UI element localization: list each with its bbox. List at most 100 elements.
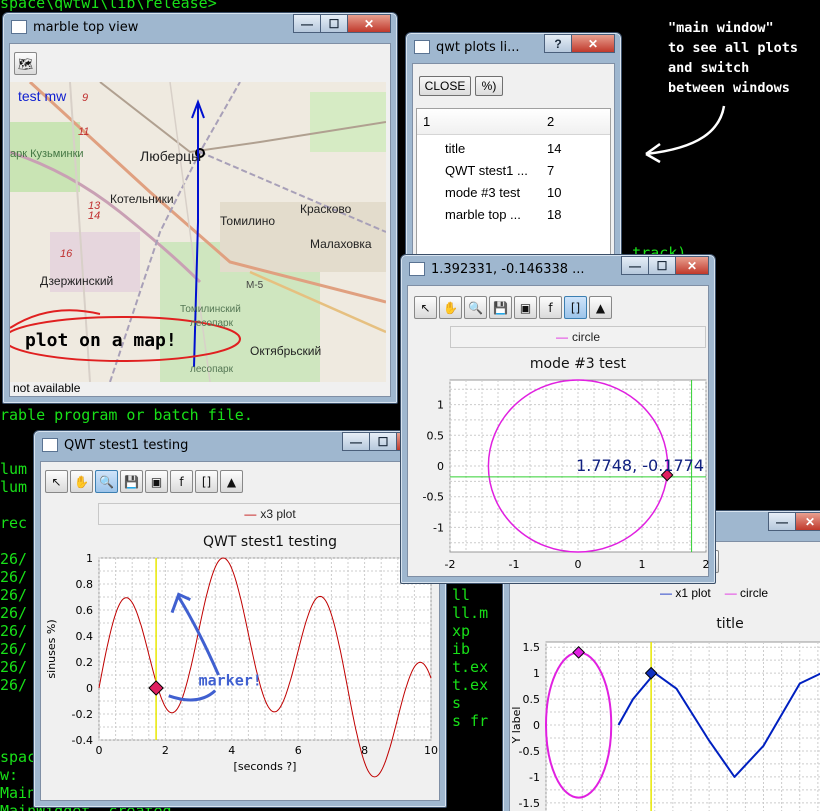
console-line: t.ex: [452, 676, 489, 694]
column-header-1[interactable]: 1: [423, 114, 430, 129]
console-line: 26/: [0, 658, 28, 676]
y-tick-label: 1.5: [523, 641, 541, 654]
console-line: s fr: [452, 712, 489, 730]
item-id: 7: [547, 163, 555, 178]
close-button[interactable]: ✕: [795, 512, 820, 531]
minimize-button[interactable]: —: [293, 14, 321, 33]
zoom-icon[interactable]: 🔍: [464, 296, 487, 319]
title-plot-title: title: [716, 616, 744, 632]
map-tool-icon[interactable]: 🗺: [14, 52, 37, 75]
map-window[interactable]: marble top view — ☐ ✕ 🗺 test mw Люберцы …: [2, 12, 398, 404]
console-line: ll.m: [452, 604, 489, 622]
bracket-button[interactable]: []: [564, 296, 587, 319]
title-plot[interactable]: -1.5 -1 -0.5 0 0.5 1 1.5 Y label: [510, 638, 820, 811]
map-place-label: Малаховка: [310, 237, 372, 251]
y-tick-label: -1.5: [519, 797, 540, 810]
map-place-label: Дзержинский: [40, 274, 114, 288]
list-item[interactable]: marble top ... 18: [417, 207, 610, 229]
close-button[interactable]: ✕: [347, 14, 391, 33]
pan-hand-icon[interactable]: ✋: [70, 470, 93, 493]
list-item[interactable]: QWT stest1 ... 7: [417, 163, 610, 185]
zoom-icon[interactable]: 🔍: [95, 470, 118, 493]
map-note: plot on a map!: [25, 330, 177, 351]
y-axis-label: sinuses %): [45, 619, 58, 678]
circle-plot[interactable]: -2 -1 0 1 2 -1 -0.5 0 0.5 1 1.7748, -0.1774: [408, 376, 710, 576]
main-window-annotation: "main window" to see all plots and switc…: [668, 20, 799, 96]
legend-item-x1[interactable]: — x1 plot: [660, 586, 711, 600]
x-tick-label: 0: [96, 744, 103, 757]
circle-window[interactable]: 1.392331, -0.146338 ... — ☐ ✕ ↖ ✋ 🔍 💾 ▣ …: [400, 254, 716, 584]
minimize-button[interactable]: —: [621, 256, 649, 275]
console-line: lum: [0, 460, 28, 478]
x-tick-label: 4: [228, 744, 235, 757]
save-all-icon[interactable]: ▣: [514, 296, 537, 319]
pointer-icon[interactable]: ↖: [45, 470, 68, 493]
close-button[interactable]: ✕: [675, 256, 709, 275]
function-button[interactable]: f: [539, 296, 562, 319]
circle-legend[interactable]: — circle: [450, 326, 706, 348]
close-all-button[interactable]: CLOSE: [419, 76, 471, 96]
percent-button[interactable]: %): [475, 76, 503, 96]
stest-legend[interactable]: — x3 plot: [98, 503, 442, 525]
list-item[interactable]: mode #3 test 10: [417, 185, 610, 207]
minimize-button[interactable]: —: [768, 512, 796, 531]
y-tick-label: -0.5: [519, 745, 540, 758]
item-name: QWT stest1 ...: [445, 163, 528, 178]
item-name: title: [445, 141, 466, 156]
grid-shape-icon[interactable]: ▲: [589, 296, 612, 319]
maximize-button[interactable]: ☐: [320, 14, 348, 33]
save-icon[interactable]: 💾: [489, 296, 512, 319]
console-line: 26/: [0, 622, 28, 640]
x-tick-label: -1: [509, 558, 520, 571]
marker-readout: 1.7748, -0.1774: [576, 456, 704, 475]
list-item[interactable]: title 14: [417, 141, 610, 163]
legend-item-circle[interactable]: — circle: [725, 586, 768, 600]
x-axis-label: [seconds ?]: [234, 760, 297, 773]
plot-list[interactable]: 1 2 title 14 QWT stest1 ... 7 mode #3 test…: [416, 108, 611, 259]
pointer-icon[interactable]: ↖: [414, 296, 437, 319]
stest-window[interactable]: QWT stest1 testing — ☐ ✕ ↖ ✋ 🔍 💾 ▣ f [] …: [33, 430, 447, 808]
maximize-button[interactable]: ☐: [648, 256, 676, 275]
item-id: 14: [547, 141, 562, 156]
x-tick-label: 6: [295, 744, 302, 757]
grid-shape-icon[interactable]: ▲: [220, 470, 243, 493]
y-tick-label: -1: [529, 771, 540, 784]
list-header: 1 2: [417, 109, 610, 135]
console-line: t.ex: [452, 658, 489, 676]
road-number: 14: [88, 210, 101, 222]
column-header-2[interactable]: 2: [547, 114, 554, 129]
maximize-button[interactable]: ☐: [369, 432, 397, 451]
minimize-button[interactable]: —: [342, 432, 370, 451]
y-tick-label: 0.6: [76, 604, 94, 617]
item-name: marble top ...: [445, 207, 521, 222]
y-tick-label: 0.5: [427, 429, 445, 442]
x-tick-label: 2: [703, 558, 710, 571]
marker-annotation: marker!: [199, 671, 262, 689]
map-view[interactable]: test mw Люберцы Котельники Томилино Красков…: [10, 82, 386, 382]
console-line: ll: [452, 586, 471, 604]
close-button[interactable]: ✕: [571, 34, 615, 53]
console-line: space\qwtw1\lib\release>: [0, 0, 217, 12]
x-tick-label: 0: [575, 558, 582, 571]
title-legend: — x1 plot — circle: [660, 586, 768, 600]
console-line: 26/: [0, 568, 28, 586]
x-tick-label: 10: [424, 744, 438, 757]
y-tick-label: 0.8: [76, 578, 94, 591]
stest-plot[interactable]: 0 2 4 6 8 10-0.4-0.200.20.40.60.81[seconds ?]…: [41, 552, 441, 784]
console-line: 26/: [0, 550, 28, 568]
list-window[interactable]: qwt plots li... ? ✕ CLOSE %) 1 2 title 14…: [405, 32, 622, 264]
item-id: 10: [547, 185, 562, 200]
function-button[interactable]: f: [170, 470, 193, 493]
y-tick-label: -0.5: [423, 491, 444, 504]
console-line: rec: [0, 514, 28, 532]
help-button[interactable]: ?: [544, 34, 572, 53]
bracket-button[interactable]: []: [195, 470, 218, 493]
y-tick-label: 1: [86, 552, 93, 565]
y-tick-label: 0.2: [76, 656, 94, 669]
pan-hand-icon[interactable]: ✋: [439, 296, 462, 319]
save-icon[interactable]: 💾: [120, 470, 143, 493]
save-all-icon[interactable]: ▣: [145, 470, 168, 493]
y-tick-label: 0: [86, 682, 93, 695]
y-tick-label: -0.4: [72, 734, 93, 747]
y-tick-label: 1: [437, 399, 444, 412]
